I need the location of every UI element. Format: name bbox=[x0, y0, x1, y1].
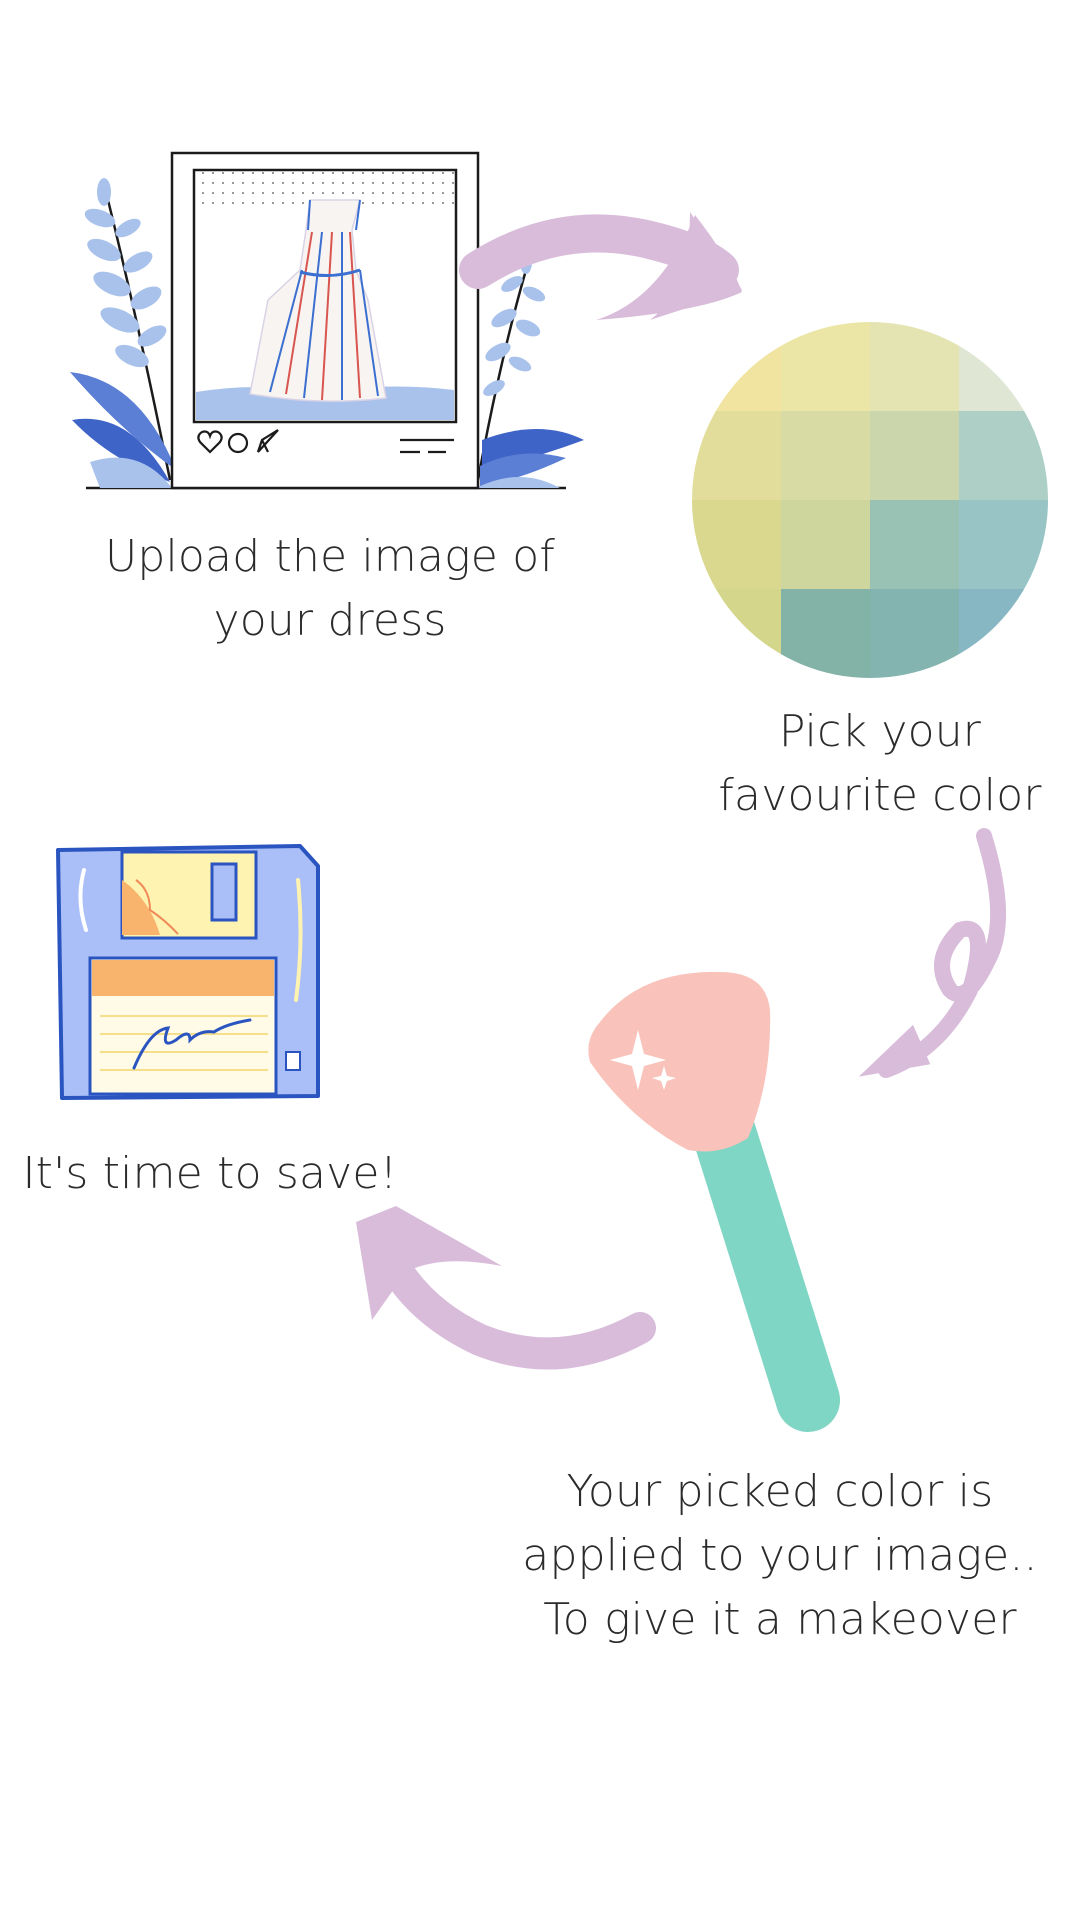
palette-swatch bbox=[959, 589, 1048, 678]
step-apply-line-1: Your picked color is bbox=[566, 1466, 994, 1517]
left-plant bbox=[70, 178, 176, 488]
palette-swatch bbox=[959, 322, 1048, 412]
floppy-disk-icon bbox=[56, 844, 320, 1100]
palette-swatch bbox=[870, 589, 960, 678]
palette-swatch bbox=[692, 500, 782, 590]
color-palette-circle-icon bbox=[692, 322, 1048, 678]
palette-swatch bbox=[959, 500, 1048, 590]
palette-swatch bbox=[692, 322, 782, 412]
step-save-caption: It's time to save! bbox=[20, 1142, 400, 1206]
palette-swatch bbox=[870, 322, 960, 412]
palette-swatch bbox=[781, 411, 871, 501]
instagram-post-dress-icon bbox=[70, 151, 584, 490]
palette-swatch bbox=[870, 500, 960, 590]
step-pick-caption: Pick your favourite color bbox=[700, 700, 1060, 828]
step-apply-line-2: applied to your image.. bbox=[522, 1530, 1038, 1581]
step-upload-caption: Upload the image of your dress bbox=[90, 525, 570, 653]
palette-swatch bbox=[959, 411, 1048, 501]
step-apply-line-3: To give it a makeover bbox=[543, 1594, 1017, 1645]
arrow-apply-to-save bbox=[356, 1206, 656, 1370]
step-upload-line-1: Upload the image of bbox=[104, 531, 556, 582]
palette-swatch bbox=[870, 411, 960, 501]
arrow-pick-to-apply bbox=[858, 828, 1007, 1078]
palette-swatch bbox=[781, 500, 871, 590]
step-apply-caption: Your picked color is applied to your ima… bbox=[520, 1460, 1040, 1652]
step-save-line-1: It's time to save! bbox=[22, 1148, 398, 1199]
palette-swatch bbox=[781, 589, 871, 678]
palette-swatch bbox=[692, 411, 782, 501]
step-upload-line-2: your dress bbox=[213, 595, 447, 646]
right-plant bbox=[476, 250, 584, 488]
palette-swatch bbox=[692, 589, 782, 678]
palette-swatch bbox=[781, 322, 871, 412]
step-pick-line-1: Pick your bbox=[778, 706, 982, 757]
step-pick-line-2: favourite color bbox=[718, 770, 1042, 821]
